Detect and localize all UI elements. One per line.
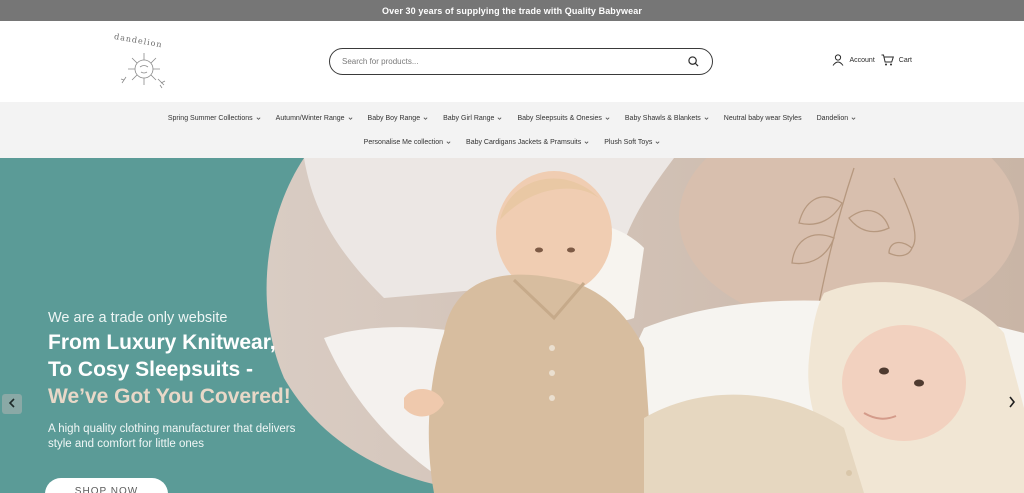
hero-accent-line: We’ve Got You Covered! — [48, 385, 291, 408]
announcement-text: Over 30 years of supplying the trade wit… — [382, 5, 642, 16]
nav-label: Spring Summer Collections — [167, 114, 253, 122]
nav-label: Personalise Me collection — [363, 138, 444, 146]
hero-text-block: We are a trade only website From Luxury … — [48, 310, 348, 452]
nav-label: Dandelion — [816, 114, 849, 122]
search-input[interactable]: Search for products... — [342, 57, 686, 66]
hero-eyebrow: We are a trade only website — [48, 310, 228, 326]
nav-item-spring-summer[interactable]: Spring Summer Collections — [168, 115, 261, 122]
hero-image — [266, 158, 1024, 493]
cart-label: Cart — [898, 56, 912, 64]
nav-row-1: Spring Summer Collections Autumn/Winter … — [168, 115, 856, 122]
slider-next-icon — [1008, 395, 1016, 413]
chevron-down-icon — [423, 116, 428, 121]
chevron-down-icon — [446, 140, 451, 145]
nav-label: Baby Shawls & Blankets — [624, 114, 701, 122]
nav-item-sleepsuits[interactable]: Baby Sleepsuits & Onesies — [517, 114, 610, 122]
account-link[interactable]: Account — [832, 54, 875, 66]
nav-label: Baby Sleepsuits & Onesies — [517, 114, 602, 122]
header-actions: Account Cart — [832, 54, 912, 66]
nav-item-autumn-winter[interactable]: Autumn/Winter Range — [276, 115, 353, 122]
slider-next-button[interactable] — [1004, 396, 1020, 412]
nav-label: Autumn/Winter Range — [275, 114, 345, 122]
account-icon — [832, 54, 844, 66]
nav-row-2: Personalise Me collection Baby Cardigans… — [364, 139, 661, 146]
nav-label: Neutral baby wear Styles — [723, 114, 802, 122]
nav-label: Baby Boy Range — [367, 114, 421, 122]
cart-link[interactable]: Cart — [881, 54, 912, 66]
site-header: dandelion Search for products... Account… — [0, 21, 1024, 102]
nav-label: Plush Soft Toys — [604, 138, 653, 146]
nav-item-cardigans-jackets[interactable]: Baby Cardigans Jackets & Pramsuits — [466, 139, 589, 146]
chevron-down-icon — [348, 116, 353, 121]
nav-item-shawls-blankets[interactable]: Baby Shawls & Blankets — [625, 115, 709, 122]
chevron-down-icon — [704, 116, 709, 121]
account-label: Account — [849, 56, 875, 64]
cart-icon — [881, 54, 894, 66]
hero-title-line-2: To Cosy Sleepsuits - — [48, 358, 253, 381]
nav-item-plush-toys[interactable]: Plush Soft Toys — [604, 139, 660, 146]
nav-item-dandelion[interactable]: Dandelion — [817, 115, 857, 122]
hero-subtitle-line-2: style and comfort for little ones — [48, 438, 204, 450]
shop-now-button[interactable]: SHOP NOW — [45, 478, 168, 493]
chevron-down-icon — [851, 116, 856, 121]
hero-subtitle-line-1: A high quality clothing manufacturer tha… — [48, 423, 296, 435]
nav-item-personalise-me[interactable]: Personalise Me collection — [364, 139, 451, 146]
hero-title-line-1: From Luxury Knitwear, — [48, 331, 276, 354]
hero-banner: We are a trade only website From Luxury … — [0, 158, 1024, 493]
search-icon[interactable] — [686, 55, 700, 69]
chevron-down-icon — [497, 116, 502, 121]
chevron-down-icon — [584, 140, 589, 145]
slider-prev-button[interactable] — [2, 394, 22, 414]
announcement-bar: Over 30 years of supplying the trade wit… — [0, 0, 1024, 21]
chevron-down-icon — [605, 116, 610, 121]
nav-item-neutral-styles[interactable]: Neutral baby wear Styles — [724, 115, 802, 122]
nav-item-baby-boy[interactable]: Baby Boy Range — [368, 115, 429, 122]
nav-item-baby-girl[interactable]: Baby Girl Range — [443, 115, 502, 122]
search-bar[interactable]: Search for products... — [329, 48, 713, 75]
nav-label: Baby Girl Range — [443, 114, 495, 122]
slider-prev-icon — [8, 395, 16, 413]
chevron-down-icon — [655, 140, 660, 145]
nav-label: Baby Cardigans Jackets & Pramsuits — [466, 138, 582, 146]
chevron-down-icon — [256, 116, 261, 121]
main-navigation: Spring Summer Collections Autumn/Winter … — [0, 102, 1024, 158]
